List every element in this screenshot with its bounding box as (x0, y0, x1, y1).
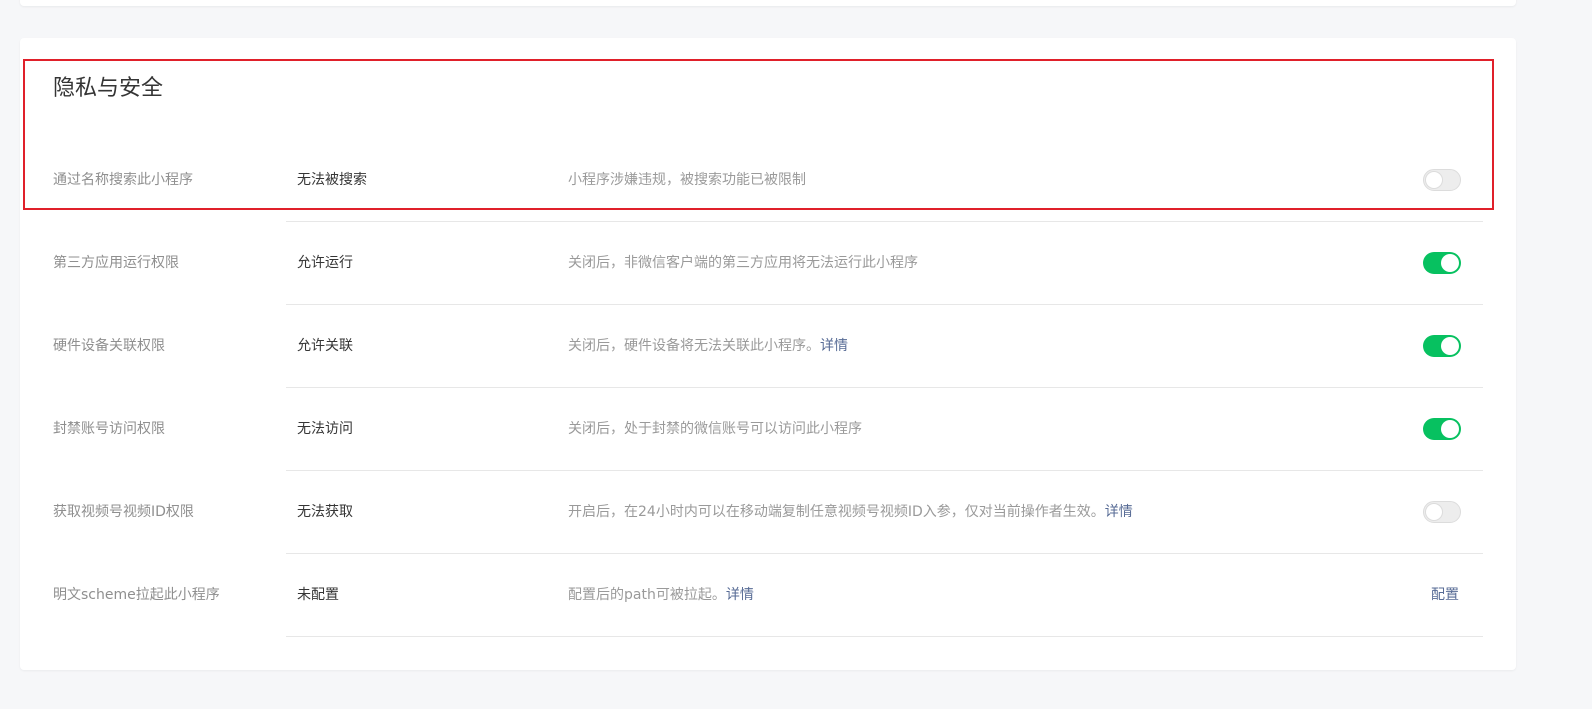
row-divider (286, 636, 1483, 637)
toggle-knob (1441, 254, 1459, 272)
setting-description: 关闭后，非微信客户端的第三方应用将无法运行此小程序 (568, 222, 918, 305)
setting-row-search-by-name: 通过名称搜索此小程序 无法被搜索 小程序涉嫌违规，被搜索功能已被限制 (20, 139, 1516, 222)
details-link[interactable]: 详情 (1105, 504, 1133, 520)
setting-description: 关闭后，硬件设备将无法关联此小程序。详情 (568, 305, 848, 388)
setting-row-channels-video-id: 获取视频号视频ID权限 无法获取 开启后，在24小时内可以在移动端复制任意视频号… (20, 471, 1516, 554)
description-text: 开启后，在24小时内可以在移动端复制任意视频号视频ID入参，仅对当前操作者生效。 (568, 504, 1105, 520)
toggle-knob (1441, 337, 1459, 355)
setting-row-banned-account-access: 封禁账号访问权限 无法访问 关闭后，处于封禁的微信账号可以访问此小程序 (20, 388, 1516, 471)
hardware-link-toggle[interactable] (1423, 335, 1461, 357)
setting-row-third-party-run: 第三方应用运行权限 允许运行 关闭后，非微信客户端的第三方应用将无法运行此小程序 (20, 222, 1516, 305)
setting-label: 硬件设备关联权限 (53, 338, 165, 354)
setting-label: 获取视频号视频ID权限 (53, 504, 194, 520)
setting-description: 开启后，在24小时内可以在移动端复制任意视频号视频ID入参，仅对当前操作者生效。… (568, 471, 1133, 554)
description-text: 关闭后，硬件设备将无法关联此小程序。 (568, 338, 820, 354)
toggle-knob (1425, 503, 1443, 521)
setting-value: 无法被搜索 (297, 172, 367, 188)
third-party-run-toggle[interactable] (1423, 252, 1461, 274)
setting-label: 封禁账号访问权限 (53, 421, 165, 437)
description-text: 配置后的path可被拉起。 (568, 587, 726, 603)
setting-label: 通过名称搜索此小程序 (53, 172, 193, 188)
configure-link[interactable]: 配置 (1431, 554, 1459, 637)
details-link[interactable]: 详情 (820, 338, 848, 354)
channels-video-id-toggle[interactable] (1423, 501, 1461, 523)
banned-account-access-toggle[interactable] (1423, 418, 1461, 440)
previous-section-card (20, 0, 1516, 6)
details-link[interactable]: 详情 (726, 587, 754, 603)
privacy-security-card: 隐私与安全 通过名称搜索此小程序 无法被搜索 小程序涉嫌违规，被搜索功能已被限制… (20, 38, 1516, 670)
setting-row-plaintext-scheme: 明文scheme拉起此小程序 未配置 配置后的path可被拉起。详情 配置 (20, 554, 1516, 637)
toggle-knob (1441, 420, 1459, 438)
setting-value: 允许运行 (297, 255, 353, 271)
setting-label: 明文scheme拉起此小程序 (53, 587, 220, 603)
description-text: 关闭后，处于封禁的微信账号可以访问此小程序 (568, 421, 862, 437)
setting-value: 未配置 (297, 587, 339, 603)
setting-description: 配置后的path可被拉起。详情 (568, 554, 754, 637)
description-text: 小程序涉嫌违规，被搜索功能已被限制 (568, 172, 806, 188)
search-by-name-toggle[interactable] (1423, 169, 1461, 191)
section-title: 隐私与安全 (53, 76, 164, 101)
setting-row-hardware-link: 硬件设备关联权限 允许关联 关闭后，硬件设备将无法关联此小程序。详情 (20, 305, 1516, 388)
setting-description: 小程序涉嫌违规，被搜索功能已被限制 (568, 139, 806, 222)
toggle-knob (1425, 171, 1443, 189)
setting-description: 关闭后，处于封禁的微信账号可以访问此小程序 (568, 388, 862, 471)
setting-value: 无法获取 (297, 504, 353, 520)
description-text: 关闭后，非微信客户端的第三方应用将无法运行此小程序 (568, 255, 918, 271)
setting-value: 无法访问 (297, 421, 353, 437)
setting-label: 第三方应用运行权限 (53, 255, 179, 271)
setting-value: 允许关联 (297, 338, 353, 354)
